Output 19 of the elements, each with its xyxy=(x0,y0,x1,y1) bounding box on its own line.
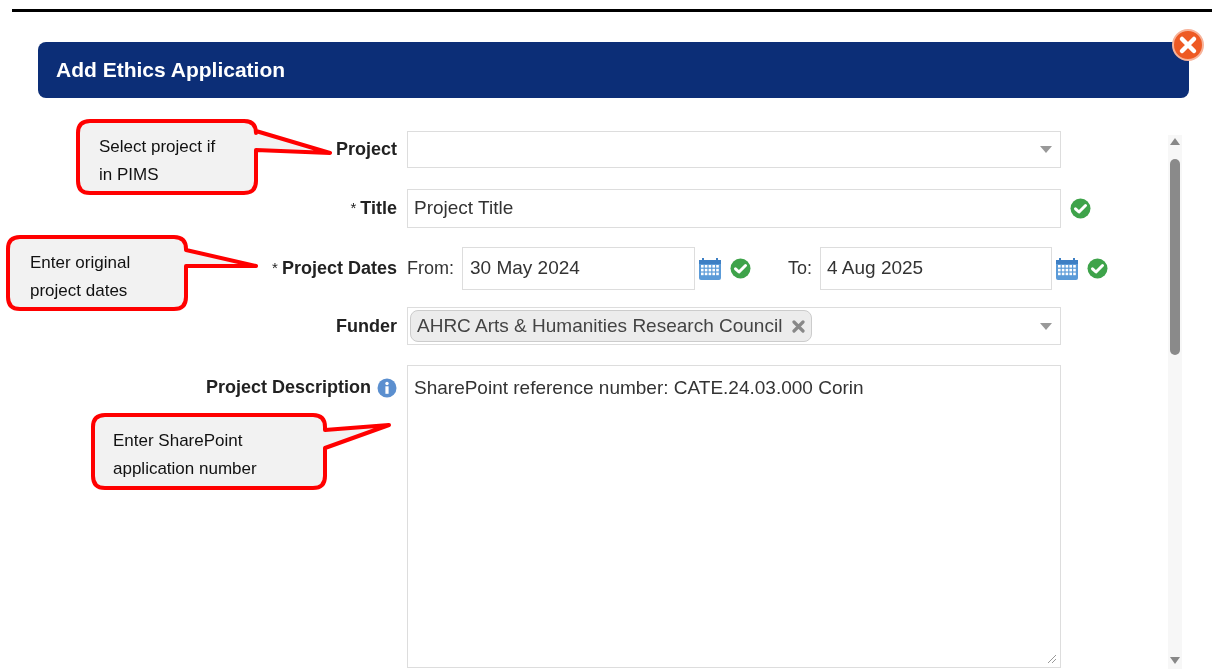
required-marker: * xyxy=(350,198,357,219)
required-marker: * xyxy=(272,258,278,279)
title-field[interactable]: Project Title xyxy=(407,189,1061,228)
callout-text: Enter original project dates xyxy=(30,252,131,302)
funder-dropdown[interactable]: AHRC Arts & Humanities Research Council xyxy=(407,307,1061,345)
from-label: From: xyxy=(407,257,454,280)
field-label: Project Description xyxy=(205,376,371,399)
to-label: To: xyxy=(788,257,812,280)
field-label: Project Dates xyxy=(281,257,397,280)
description-field[interactable]: SharePoint reference number: CATE.24.03.000 Corin xyxy=(407,365,1061,668)
dialog-title: Add Ethics Application xyxy=(56,57,286,84)
field-label: Project xyxy=(335,138,397,161)
callout-text: Enter SharePoint application number xyxy=(113,430,257,480)
field-label: Title xyxy=(360,197,397,220)
callout-text: Select project if in PIMS xyxy=(99,136,216,186)
date-field[interactable]: 4 Aug 2025 xyxy=(820,247,1052,290)
date-field[interactable]: 30 May 2024 xyxy=(462,247,695,290)
tag-label: AHRC Arts & Humanities Research Council xyxy=(417,313,783,338)
field-label: Funder xyxy=(336,314,397,338)
